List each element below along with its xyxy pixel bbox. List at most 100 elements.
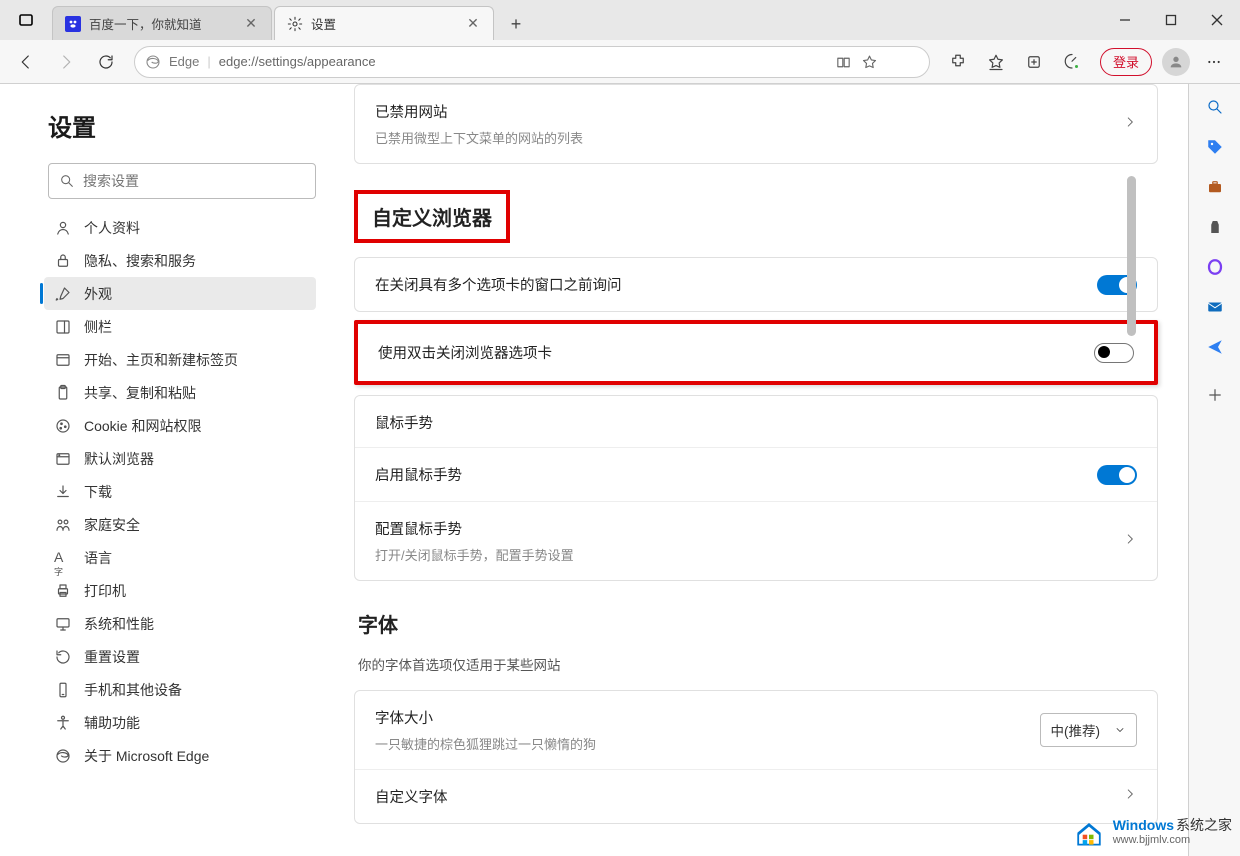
- reading-mode-icon[interactable]: [835, 54, 853, 72]
- browser-icon: [54, 450, 72, 468]
- newtab-button[interactable]: +: [500, 8, 532, 40]
- nav-downloads[interactable]: 下载: [44, 475, 316, 508]
- forward-button[interactable]: [48, 44, 84, 80]
- row-config-gesture[interactable]: 配置鼠标手势 打开/关闭鼠标手势，配置手势设置: [355, 502, 1157, 580]
- toggle-dblclick-close[interactable]: [1094, 343, 1134, 363]
- nav-label: 重置设置: [84, 647, 140, 667]
- accessibility-icon: [54, 714, 72, 732]
- nav-label: 隐私、搜索和服务: [84, 251, 196, 271]
- tab-baidu[interactable]: 百度一下，你就知道 ✕: [52, 6, 272, 40]
- avatar-button[interactable]: [1162, 48, 1190, 76]
- highlight-dblclick-row: 使用双击关闭浏览器选项卡: [354, 320, 1158, 385]
- nav-list: 个人资料 隐私、搜索和服务 外观 侧栏 开始、主页和新建标签页 共享、复制和粘贴…: [44, 211, 316, 772]
- download-icon: [54, 483, 72, 501]
- nav-accessibility[interactable]: 辅助功能: [44, 706, 316, 739]
- printer-icon: [54, 582, 72, 600]
- favorites-icon[interactable]: [978, 44, 1014, 80]
- tab-manager-button[interactable]: [8, 4, 44, 36]
- send-icon[interactable]: [1204, 336, 1226, 358]
- back-button[interactable]: [8, 44, 44, 80]
- nav-reset[interactable]: 重置设置: [44, 640, 316, 673]
- nav-label: 下载: [84, 482, 112, 502]
- office-icon[interactable]: [1204, 256, 1226, 278]
- site-name: Edge: [169, 54, 199, 69]
- favorite-icon[interactable]: [861, 54, 879, 72]
- row-title: 在关闭具有多个选项卡的窗口之前询问: [375, 274, 622, 295]
- login-label: 登录: [1113, 52, 1139, 71]
- chevron-right-icon: [1123, 115, 1137, 134]
- cookie-icon: [54, 417, 72, 435]
- toolbar: Edge | edge://settings/appearance 登录: [0, 40, 1240, 84]
- nav-family[interactable]: 家庭安全: [44, 508, 316, 541]
- row-subtitle: 已禁用微型上下文菜单的网站的列表: [375, 128, 583, 147]
- user-icon: [54, 219, 72, 237]
- watermark-text: Windows系统之家: [1113, 817, 1232, 834]
- chevron-right-icon: [1123, 787, 1137, 806]
- nav-about[interactable]: 关于 Microsoft Edge: [44, 739, 316, 772]
- nav-system[interactable]: 系统和性能: [44, 607, 316, 640]
- font-size-select[interactable]: 中(推荐): [1040, 713, 1138, 747]
- login-button[interactable]: 登录: [1100, 48, 1152, 76]
- search-icon[interactable]: [1204, 96, 1226, 118]
- settings-title: 设置: [48, 108, 316, 143]
- add-sidebar-icon[interactable]: [1204, 384, 1226, 406]
- watermark-url: www.bjjmlv.com: [1113, 834, 1232, 847]
- nav-printers[interactable]: 打印机: [44, 574, 316, 607]
- performance-icon[interactable]: [1054, 44, 1090, 80]
- nav-phone[interactable]: 手机和其他设备: [44, 673, 316, 706]
- row-blocked-sites[interactable]: 已禁用网站 已禁用微型上下文菜单的网站的列表: [355, 85, 1157, 163]
- extensions-icon[interactable]: [940, 44, 976, 80]
- nav-label: 侧栏: [84, 317, 112, 337]
- start-icon: [54, 351, 72, 369]
- close-window-button[interactable]: [1194, 0, 1240, 40]
- row-ask-close: 在关闭具有多个选项卡的窗口之前询问: [355, 258, 1157, 311]
- watermark-logo-icon: [1071, 814, 1107, 850]
- edge-about-icon: [54, 747, 72, 765]
- baidu-icon: [65, 16, 81, 32]
- clipboard-icon: [54, 384, 72, 402]
- scrollbar-thumb[interactable]: [1127, 176, 1136, 336]
- outlook-icon[interactable]: [1204, 296, 1226, 318]
- nav-appearance[interactable]: 外观: [44, 277, 316, 310]
- divider: |: [207, 54, 210, 69]
- more-menu-button[interactable]: [1196, 44, 1232, 80]
- nav-languages[interactable]: A字语言: [44, 541, 316, 574]
- tab-title: 设置: [311, 14, 465, 33]
- minimize-button[interactable]: [1102, 0, 1148, 40]
- gear-icon: [287, 16, 303, 32]
- toolbar-actions: [940, 44, 1090, 80]
- tab-settings[interactable]: 设置 ✕: [274, 6, 494, 40]
- section-sub-font: 你的字体首选项仅适用于某些网站: [358, 654, 1158, 674]
- row-subtitle: 打开/关闭鼠标手势，配置手势设置: [375, 545, 574, 564]
- address-bar[interactable]: Edge | edge://settings/appearance: [134, 46, 930, 78]
- close-icon[interactable]: ✕: [243, 16, 259, 32]
- nav-label: 家庭安全: [84, 515, 140, 535]
- search-input[interactable]: [83, 173, 305, 189]
- nav-profile[interactable]: 个人资料: [44, 211, 316, 244]
- sidebar-icon: [54, 318, 72, 336]
- nav-label: 关于 Microsoft Edge: [84, 746, 209, 766]
- settings-sidebar: 设置 个人资料 隐私、搜索和服务 外观 侧栏 开始、主页和新建标签页 共享、复制…: [0, 84, 340, 856]
- nav-sidebar[interactable]: 侧栏: [44, 310, 316, 343]
- toggle-enable-gesture[interactable]: [1097, 465, 1137, 485]
- nav-label: 开始、主页和新建标签页: [84, 350, 238, 370]
- nav-label: 手机和其他设备: [84, 680, 182, 700]
- search-box[interactable]: [48, 163, 316, 199]
- briefcase-icon[interactable]: [1204, 176, 1226, 198]
- row-custom-font[interactable]: 自定义字体: [355, 770, 1157, 823]
- maximize-button[interactable]: [1148, 0, 1194, 40]
- row-title: 启用鼠标手势: [375, 464, 462, 485]
- nav-cookies[interactable]: Cookie 和网站权限: [44, 409, 316, 442]
- nav-label: 共享、复制和粘贴: [84, 383, 196, 403]
- nav-label: 打印机: [84, 581, 126, 601]
- nav-share[interactable]: 共享、复制和粘贴: [44, 376, 316, 409]
- nav-default-browser[interactable]: 默认浏览器: [44, 442, 316, 475]
- games-icon[interactable]: [1204, 216, 1226, 238]
- nav-privacy[interactable]: 隐私、搜索和服务: [44, 244, 316, 277]
- search-icon: [59, 173, 75, 189]
- refresh-button[interactable]: [88, 44, 124, 80]
- nav-start[interactable]: 开始、主页和新建标签页: [44, 343, 316, 376]
- close-icon[interactable]: ✕: [465, 16, 481, 32]
- shopping-tag-icon[interactable]: [1204, 136, 1226, 158]
- collections-icon[interactable]: [1016, 44, 1052, 80]
